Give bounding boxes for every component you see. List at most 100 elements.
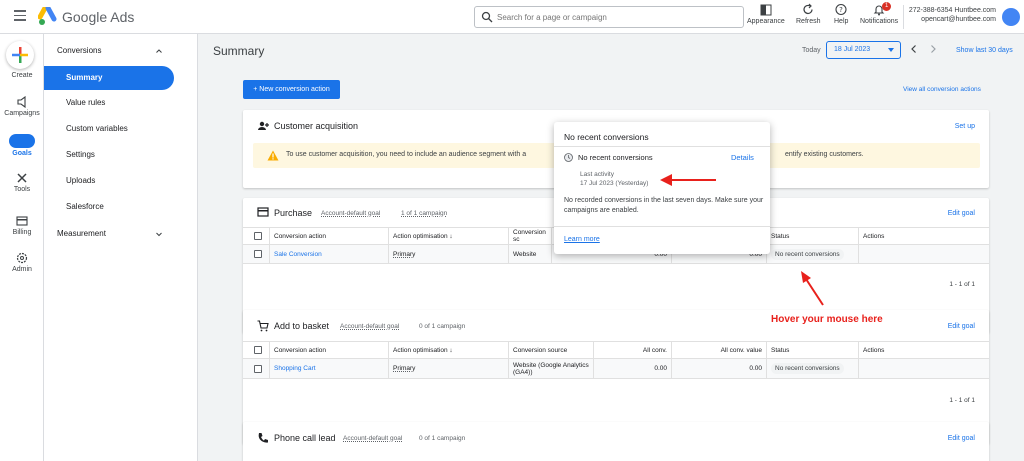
- edit-goal-link[interactable]: Edit goal: [948, 435, 975, 442]
- refresh-icon: [803, 3, 813, 15]
- popup-divider: [554, 146, 770, 147]
- warning-text-end: entify existing customers.: [785, 151, 864, 158]
- action-optimisation[interactable]: Primary: [389, 359, 509, 378]
- avatar[interactable]: [1002, 8, 1020, 26]
- goal-type: Account-default goal: [343, 435, 403, 442]
- appearance-button[interactable]: Appearance: [747, 3, 785, 25]
- col-all-conv-value[interactable]: All conv. value: [672, 342, 767, 358]
- account-divider: [903, 5, 904, 29]
- refresh-button[interactable]: Refresh: [796, 3, 821, 25]
- conversion-source: Website (Google Analytics (GA4)): [509, 359, 594, 378]
- col-status[interactable]: Status: [767, 342, 859, 358]
- row-checkbox[interactable]: [254, 364, 262, 373]
- select-all-checkbox[interactable]: [254, 232, 262, 240]
- popup-body: No recorded conversions in the last seve…: [564, 197, 764, 214]
- annotation-text: Hover your mouse here: [771, 314, 883, 325]
- status-badge[interactable]: No recent conversions: [771, 248, 844, 260]
- col-conversion-action[interactable]: Conversion action: [270, 342, 389, 358]
- clock-icon: [564, 153, 573, 162]
- rail-campaigns[interactable]: Campaigns: [0, 96, 44, 117]
- learn-more-link[interactable]: Learn more: [564, 236, 600, 243]
- col-conversion-action[interactable]: Conversion action: [270, 228, 389, 244]
- subnav-measurement[interactable]: Measurement: [44, 222, 194, 246]
- action-optimisation[interactable]: Primary: [389, 245, 509, 263]
- edit-goal-link[interactable]: Edit goal: [948, 323, 975, 330]
- last-activity: Last activity 17 Jul 2023 (Yesterday): [580, 170, 648, 188]
- megaphone-icon: [17, 96, 26, 108]
- rail-billing[interactable]: Billing: [0, 215, 44, 236]
- phone-icon: [258, 433, 268, 443]
- popup-divider: [554, 226, 770, 227]
- gear-icon: [16, 252, 28, 264]
- subnav-custom-variables[interactable]: Custom variables: [44, 117, 194, 141]
- status-badge[interactable]: No recent conversions: [771, 363, 844, 374]
- popup-details-link[interactable]: Details: [731, 153, 754, 162]
- search-icon: [481, 11, 493, 23]
- subnav-uploads[interactable]: Uploads: [44, 169, 194, 193]
- subnav-settings[interactable]: Settings: [44, 143, 194, 167]
- select-all-cell: [243, 228, 270, 244]
- select-all-checkbox[interactable]: [254, 346, 262, 354]
- chevron-left-icon[interactable]: [909, 44, 919, 54]
- campaign-count[interactable]: 0 of 1 campaign: [419, 435, 465, 442]
- subnav-summary[interactable]: Summary: [44, 66, 174, 90]
- menu-icon[interactable]: [14, 10, 26, 22]
- pagination: 1 - 1 of 1: [949, 397, 975, 404]
- trophy-icon: [9, 134, 35, 148]
- col-optimisation-label: Action optimisation: [393, 346, 448, 354]
- col-actions: Actions: [863, 346, 885, 354]
- subnav-conversions[interactable]: Conversions: [44, 39, 194, 63]
- actions-cell: [859, 359, 989, 378]
- new-conversion-button[interactable]: + New conversion action: [243, 80, 340, 99]
- rail-tools[interactable]: Tools: [0, 172, 44, 193]
- card-title: Customer acquisition: [274, 121, 359, 131]
- conversion-action-link[interactable]: Sale Conversion: [270, 245, 389, 263]
- account-info[interactable]: 272-388-6354 Huntbee.com opencart@huntbe…: [909, 6, 996, 24]
- card-icon: [16, 216, 28, 226]
- plus-icon: [12, 47, 28, 63]
- help-button[interactable]: ? Help: [834, 3, 848, 25]
- col-conversion-source[interactable]: Conversion sc: [509, 228, 552, 244]
- campaign-count[interactable]: 0 of 1 campaign: [419, 323, 465, 330]
- rail-tools-text: Tools: [13, 186, 31, 193]
- col-action-optimisation[interactable]: Action optimisation ↓: [389, 228, 509, 244]
- card-title: Phone call lead: [274, 433, 336, 443]
- setup-link[interactable]: Set up: [955, 123, 975, 130]
- warning-text: To use customer acquisition, you need to…: [286, 151, 527, 158]
- card-title: Purchase: [274, 208, 313, 218]
- campaign-count[interactable]: 1 of 1 campaign: [401, 210, 447, 217]
- col-optimisation-label: Action optimisation: [393, 232, 448, 240]
- top-bar: Google Ads Appearance Refresh ? Help 1 N…: [0, 0, 1024, 34]
- rail-campaigns-text: Campaigns: [4, 110, 40, 117]
- subnav-salesforce[interactable]: Salesforce: [44, 195, 194, 219]
- notifications-button[interactable]: 1 Notifications: [860, 2, 898, 25]
- goal-type: Account-default goal: [321, 210, 381, 217]
- subnav-value-rules[interactable]: Value rules: [44, 91, 194, 115]
- popup-subtitle: No recent conversions: [578, 153, 653, 162]
- search-box[interactable]: [474, 6, 744, 28]
- warning-icon: [267, 150, 279, 161]
- col-all-conv[interactable]: All conv.: [594, 342, 672, 358]
- edit-goal-link[interactable]: Edit goal: [948, 210, 975, 217]
- col-action-optimisation[interactable]: Action optimisation ↓: [389, 342, 509, 358]
- secondary-nav: Conversions Summary Value rules Custom v…: [44, 34, 198, 461]
- col-conversion-source[interactable]: Conversion source: [509, 342, 594, 358]
- chevron-right-icon[interactable]: [928, 44, 938, 54]
- rail-goals[interactable]: Goals: [0, 134, 44, 157]
- table-row[interactable]: Shopping Cart Primary Website (Google An…: [243, 359, 989, 379]
- account-id: 272-388-6354 Huntbee.com: [908, 7, 996, 14]
- col-status[interactable]: Status: [767, 228, 859, 244]
- show-last-30-days[interactable]: Show last 30 days: [956, 47, 1013, 54]
- create-button[interactable]: [6, 41, 34, 69]
- phone-call-lead-card: Phone call lead Account-default goal 0 o…: [243, 422, 989, 461]
- rail-create-label[interactable]: Create: [0, 72, 44, 79]
- conversion-action-link[interactable]: Shopping Cart: [270, 359, 389, 378]
- date-select[interactable]: 18 Jul 2023: [826, 41, 901, 59]
- search-input[interactable]: [497, 10, 737, 24]
- view-all-conversions-link[interactable]: View all conversion actions: [903, 86, 981, 93]
- date-label: Today: [802, 47, 821, 54]
- all-conv-value: 0.00: [672, 359, 767, 378]
- row-checkbox[interactable]: [254, 250, 262, 258]
- last-activity-label: Last activity: [580, 171, 614, 178]
- rail-admin[interactable]: Admin: [0, 252, 44, 273]
